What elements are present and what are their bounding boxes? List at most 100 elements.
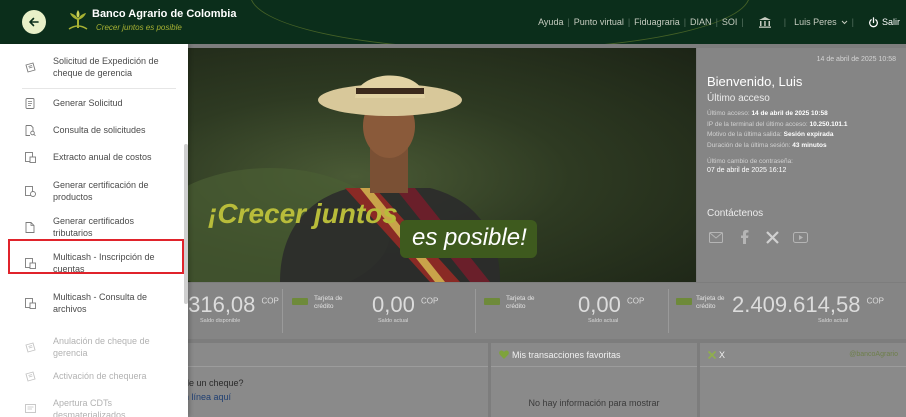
document-icon bbox=[24, 185, 36, 197]
favorites-card: Mis transacciones favoritas No hay infor… bbox=[491, 343, 697, 417]
hero-headline-2: es posible! bbox=[400, 220, 537, 258]
nav-ayuda[interactable]: Ayuda bbox=[538, 17, 563, 27]
welcome-greeting: Bienvenido, Luis bbox=[707, 74, 803, 89]
balance-divider bbox=[668, 289, 669, 333]
cheque-online-link[interactable]: n línea aquí bbox=[184, 392, 231, 402]
nav-separator: | bbox=[741, 17, 744, 27]
nav-punto-virtual[interactable]: Punto virtual bbox=[574, 17, 624, 27]
logout-button[interactable]: Salir bbox=[868, 16, 900, 28]
credit-card-icon bbox=[676, 298, 692, 305]
exit-reason-label: Motivo de la última salida: bbox=[707, 131, 782, 138]
menu-item-label: Activación de chequera bbox=[53, 371, 147, 381]
nav-separator: | bbox=[715, 17, 718, 27]
password-change-date: 07 de abril de 2025 16:12 bbox=[707, 167, 787, 174]
ip-label: IP de la terminal del último acceso: bbox=[707, 120, 808, 128]
menu-item-activacion-chequera[interactable]: Activación de chequera bbox=[0, 368, 184, 384]
menu-item-apertura-cdts[interactable]: Apertura CDTs desmaterializados bbox=[0, 394, 184, 417]
menu-item-consulta-solicitudes[interactable]: Consulta de solicitudes bbox=[0, 122, 184, 138]
power-icon bbox=[869, 16, 878, 27]
menu-divider bbox=[22, 88, 176, 89]
bank-logo-icon bbox=[68, 10, 88, 30]
social-feed-title: X bbox=[719, 349, 726, 360]
balance-subtitle: Saldo disponible bbox=[200, 318, 241, 324]
cheque-card: de un cheque? n línea aquí bbox=[170, 343, 488, 417]
last-access-title: Último acceso bbox=[707, 93, 770, 104]
arrow-left-icon bbox=[29, 17, 39, 27]
menu-item-label: Multicash - Consulta de archivos bbox=[53, 292, 148, 314]
menu-item-extracto-anual-costos[interactable]: Extracto anual de costos bbox=[0, 149, 184, 165]
balance-currency: COP bbox=[420, 296, 439, 306]
balance-value: 0,00 bbox=[578, 292, 621, 317]
nav-soi[interactable]: SOI bbox=[722, 17, 738, 27]
menu-item-generar-certificacion-productos[interactable]: Generar certificación de productos bbox=[0, 176, 184, 206]
menu-item-label: Generar certificación de productos bbox=[53, 180, 149, 202]
favorites-title: Mis transacciones favoritas bbox=[512, 349, 621, 360]
nav-separator: | bbox=[851, 17, 854, 27]
menu-item-label: Extracto anual de costos bbox=[53, 152, 152, 162]
nav-separator: | bbox=[683, 17, 687, 27]
balance-label: Tarjeta de crédito bbox=[696, 295, 725, 310]
brand-name: Banco Agrario de Colombia bbox=[92, 8, 237, 20]
password-change-label: Último cambio de contraseña: bbox=[707, 158, 793, 165]
menu-item-generar-certificados-tributarios[interactable]: Generar certificados tributarios bbox=[0, 212, 184, 242]
menu-item-multicash-consulta-archivos[interactable]: Multicash - Consulta de archivos bbox=[0, 288, 184, 318]
menu-item-anulacion-cheque-gerencia[interactable]: Anulación de cheque de gerencia bbox=[0, 332, 184, 362]
nav-separator: | bbox=[567, 17, 570, 27]
last-access-info: Último acceso: 14 de abril de 2025 10:58… bbox=[707, 109, 896, 151]
balance-subtitle: Saldo actual bbox=[818, 318, 849, 324]
balance-amount[interactable]: .316,08 COP bbox=[182, 292, 279, 318]
logout-label: Salir bbox=[881, 17, 900, 27]
hero-banner: ¡Crecer juntos es posible! bbox=[170, 48, 696, 282]
hero-headline-1: ¡Crecer juntos bbox=[208, 198, 398, 229]
cheque-card-header bbox=[170, 343, 488, 367]
contact-title: Contáctenos bbox=[707, 208, 764, 219]
x-logo-icon bbox=[708, 350, 716, 359]
menu-item-expedicion-cheque-gerencia[interactable]: Solicitud de Expedición de cheque de ger… bbox=[0, 52, 184, 82]
document-icon bbox=[24, 97, 36, 109]
selected-item-highlight bbox=[8, 239, 184, 274]
credit-card-icon bbox=[292, 298, 308, 305]
user-menu[interactable]: Luis Peres bbox=[794, 17, 848, 27]
side-menu-scrollbar[interactable] bbox=[184, 144, 188, 304]
balance-value: 2.409.614,58 bbox=[732, 292, 861, 317]
menu-item-generar-solicitud[interactable]: Generar Solicitud bbox=[0, 95, 184, 111]
menu-item-label: Generar certificados tributarios bbox=[53, 216, 135, 238]
favorites-empty-message: No hay información para mostrar bbox=[528, 398, 660, 408]
duration-label: Duración de la última sesión: bbox=[707, 141, 791, 149]
balance-subtitle: Saldo actual bbox=[378, 318, 409, 324]
balance-value: 0,00 bbox=[372, 292, 415, 317]
youtube-icon[interactable] bbox=[791, 229, 809, 245]
credit-card-icon bbox=[484, 298, 500, 305]
nav-separator: | bbox=[783, 17, 787, 27]
facebook-icon[interactable] bbox=[735, 229, 753, 245]
search-document-icon bbox=[24, 124, 36, 136]
user-name: Luis Peres bbox=[794, 17, 837, 27]
document-icon bbox=[24, 61, 36, 73]
x-icon[interactable] bbox=[763, 229, 781, 245]
social-handle-link[interactable]: @bancoAgrario bbox=[849, 351, 898, 358]
balance-label: Tarjeta de crédito bbox=[506, 295, 535, 310]
duration-value: 43 minutos bbox=[792, 141, 827, 149]
back-button[interactable] bbox=[22, 10, 46, 34]
top-header: Banco Agrario de Colombia Crecer juntos … bbox=[0, 0, 906, 44]
balance-amount[interactable]: 0,00 COP bbox=[578, 292, 644, 318]
nav-fiduagraria[interactable]: Fiduagraria bbox=[634, 17, 680, 27]
favorites-card-header: Mis transacciones favoritas bbox=[491, 343, 697, 367]
nav-dian[interactable]: DIAN bbox=[690, 17, 712, 27]
balance-amount[interactable]: 2.409.614,58 COP bbox=[732, 292, 884, 318]
welcome-panel: 14 de abril de 2025 10:58 Bienvenido, Lu… bbox=[697, 48, 906, 282]
menu-item-label: Solicitud de Expedición de cheque de ger… bbox=[53, 56, 159, 78]
email-icon[interactable] bbox=[707, 229, 725, 245]
balance-currency: COP bbox=[866, 296, 884, 306]
balance-label: Tarjeta de crédito bbox=[314, 295, 343, 310]
last-access-value: 14 de abril de 2025 10:58 bbox=[751, 110, 828, 117]
document-icon bbox=[24, 341, 36, 353]
chevron-down-icon bbox=[841, 20, 847, 24]
side-menu: Solicitud de Expedición de cheque de ger… bbox=[0, 44, 188, 417]
menu-item-label: Apertura CDTs desmaterializados bbox=[53, 398, 126, 417]
menu-item-label: Generar Solicitud bbox=[53, 98, 123, 108]
balance-amount[interactable]: 0,00 COP bbox=[372, 292, 438, 318]
bank-building-icon[interactable] bbox=[758, 16, 772, 28]
document-icon bbox=[24, 151, 36, 163]
social-feed-header: X @bancoAgrario bbox=[700, 343, 906, 367]
